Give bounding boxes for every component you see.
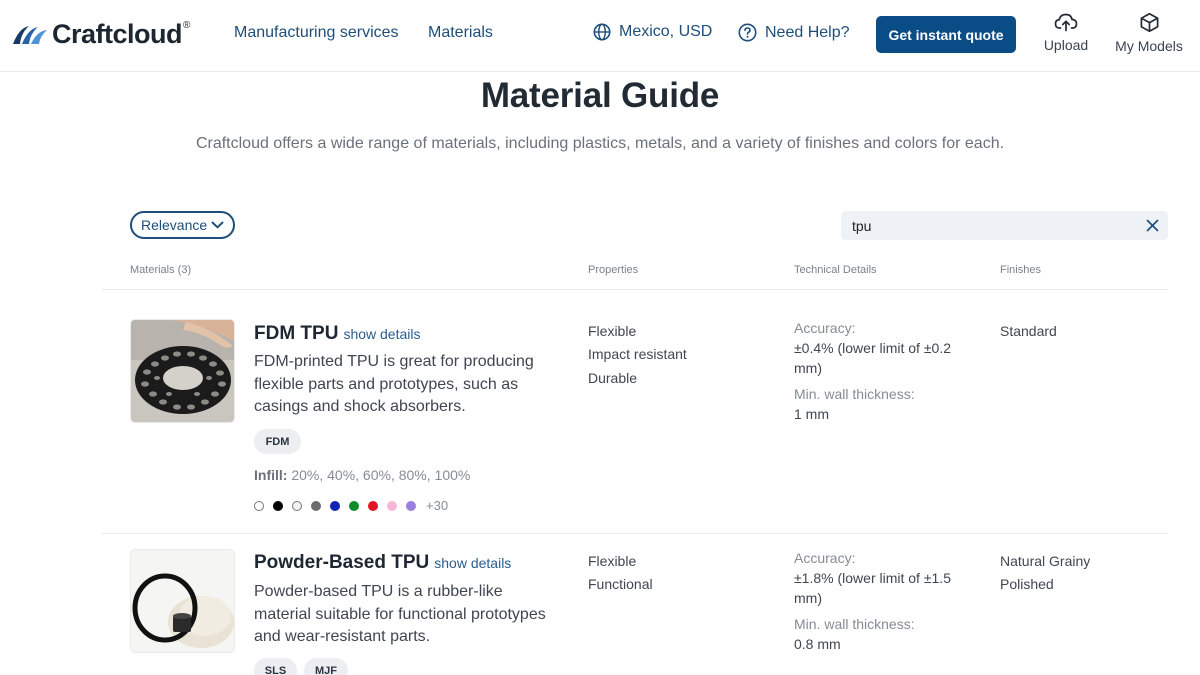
header-technical-details: Technical Details — [794, 264, 877, 276]
property-item: Flexible — [588, 323, 637, 339]
sort-label: Relevance — [141, 217, 208, 233]
color-swatch-pink[interactable] — [387, 500, 397, 511]
material-title-fdm-tpu: FDM TPU show details — [254, 323, 420, 345]
row-divider — [102, 533, 1168, 534]
region-label: Mexico, USD — [619, 23, 713, 40]
process-tag-fdm: FDM — [254, 429, 301, 454]
property-item: Impact resistant — [588, 346, 687, 362]
upload-label: Upload — [1043, 37, 1089, 53]
material-name: Powder-Based TPU — [254, 552, 430, 573]
wall-thickness-label: Min. wall thickness: — [794, 386, 915, 402]
registered-mark: ® — [183, 19, 191, 31]
finish-item: Polished — [1000, 576, 1054, 592]
infill-values: 20%, 40%, 60%, 80%, 100% — [291, 467, 471, 483]
chevron-down-icon — [211, 221, 224, 229]
brand-name: Craftcloud — [52, 18, 183, 49]
my-models-button[interactable]: My Models — [1114, 12, 1184, 54]
material-name: FDM TPU — [254, 323, 339, 344]
table-divider — [102, 289, 1168, 290]
cube-icon — [1140, 12, 1158, 33]
close-icon[interactable] — [1145, 218, 1160, 233]
color-swatch-white[interactable] — [254, 500, 264, 511]
color-swatch-purple[interactable] — [406, 500, 416, 511]
finish-item: Standard — [1000, 323, 1057, 339]
search-input[interactable] — [841, 211, 1131, 240]
color-swatch-gray[interactable] — [311, 500, 321, 511]
fdm-tpu-image[interactable] — [130, 319, 235, 423]
nav-materials[interactable]: Materials — [428, 24, 493, 42]
wall-thickness-value: 1 mm — [794, 406, 829, 422]
color-swatch-green[interactable] — [349, 500, 359, 511]
material-description: FDM-printed TPU is great for producing f… — [254, 353, 534, 415]
wall-thickness-value: 0.8 mm — [794, 636, 841, 652]
powder-tpu-photo — [131, 550, 234, 652]
get-instant-quote-button[interactable]: Get instant quote — [876, 16, 1016, 53]
my-models-label: My Models — [1115, 38, 1183, 54]
globe-icon — [593, 23, 611, 41]
site-header: Craftcloud ® Manufacturing services Mate… — [0, 0, 1200, 72]
upload-button[interactable]: Upload — [1043, 12, 1089, 53]
header-properties: Properties — [588, 264, 639, 276]
cloud-upload-icon — [1054, 13, 1078, 32]
process-tag-sls: SLS — [254, 658, 297, 675]
page-title: Material Guide — [480, 76, 720, 115]
craftcloud-wave-logo-icon — [13, 26, 47, 44]
infill-info: Infill: 20%, 40%, 60%, 80%, 100% — [254, 467, 470, 483]
material-search — [841, 211, 1168, 240]
powder-tpu-image[interactable] — [130, 549, 235, 653]
help-link[interactable]: Need Help? — [738, 23, 850, 42]
craftcloud-logo[interactable]: Craftcloud ® — [12, 18, 190, 50]
header-finishes: Finishes — [1000, 264, 1041, 276]
show-details-link[interactable]: show details — [343, 326, 420, 342]
accuracy-value: ±0.4% (lower limit of ±0.2 mm) — [794, 340, 951, 376]
region-selector[interactable]: Mexico, USD — [593, 23, 712, 41]
material-title-powder-tpu: Powder-Based TPU show details — [254, 552, 511, 574]
property-item: Functional — [588, 576, 653, 592]
property-item: Flexible — [588, 553, 637, 569]
color-swatch-blue[interactable] — [330, 500, 340, 511]
property-item: Durable — [588, 370, 638, 386]
color-swatch-red[interactable] — [368, 500, 378, 511]
fdm-tpu-photo — [131, 320, 234, 422]
accuracy-label: Accuracy: — [794, 550, 856, 566]
color-swatches: +30 — [254, 498, 448, 513]
infill-label: Infill: — [254, 467, 288, 483]
color-swatch-light-gray[interactable] — [292, 500, 302, 511]
color-swatch-black[interactable] — [273, 500, 283, 511]
page-subtitle: Craftcloud offers a wide range of materi… — [195, 135, 1005, 152]
accuracy-label: Accuracy: — [794, 320, 856, 336]
wall-thickness-label: Min. wall thickness: — [794, 616, 915, 632]
process-tag-mjf: MJF — [304, 658, 348, 675]
finish-item: Natural Grainy — [1000, 553, 1091, 569]
show-details-link[interactable]: show details — [434, 555, 511, 571]
help-label: Need Help? — [765, 23, 850, 41]
more-colors-count[interactable]: +30 — [426, 498, 448, 513]
material-description: Powder-based TPU is a rubber-like materi… — [254, 583, 546, 645]
header-materials-count: Materials (3) — [130, 264, 192, 276]
accuracy-value: ±1.8% (lower limit of ±1.5 mm) — [794, 570, 951, 606]
sort-dropdown[interactable]: Relevance — [130, 211, 235, 239]
nav-manufacturing-services[interactable]: Manufacturing services — [234, 24, 399, 42]
question-circle-icon — [738, 23, 757, 42]
